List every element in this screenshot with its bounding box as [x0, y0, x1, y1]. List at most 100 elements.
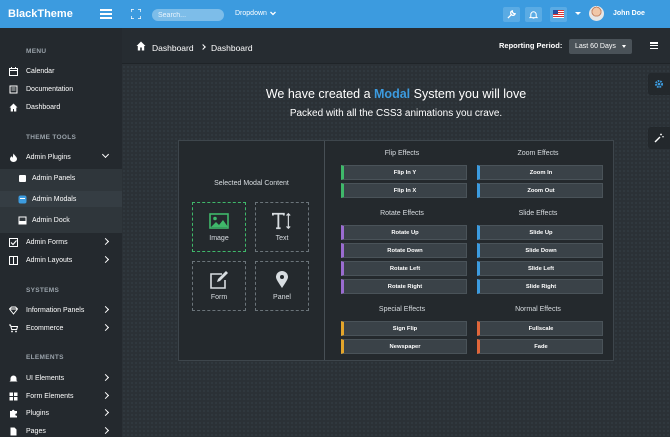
sidebar-item-admin-forms[interactable]: Admin Forms: [0, 234, 122, 250]
edit-icon: [210, 271, 228, 289]
chevron-down-icon: [269, 11, 276, 16]
magic-wand-icon: [654, 133, 664, 143]
sidebar-item-ecommerce[interactable]: Ecommerce: [0, 320, 122, 336]
sidebar-item-admin-dock[interactable]: Admin Dock: [0, 212, 122, 228]
chevron-right-icon: [101, 323, 110, 332]
wrench-button[interactable]: [503, 7, 520, 22]
reporting-period-value: Last 60 Days: [575, 43, 616, 50]
rotate-right-button[interactable]: Rotate Right: [341, 279, 467, 294]
expand-icon[interactable]: [131, 9, 141, 19]
sidebar-item-admin-modals[interactable]: Admin Modals: [0, 191, 122, 207]
sidebar-item-label: Documentation: [26, 85, 74, 93]
slide-right-button[interactable]: Slide Right: [477, 279, 603, 294]
caret-down-icon[interactable]: [575, 12, 581, 15]
fire-icon: [10, 153, 17, 162]
sidebar-item-admin-plugins[interactable]: Admin Plugins: [0, 149, 122, 165]
sidebar-item-information-panels[interactable]: Information Panels: [0, 302, 122, 318]
sidebar-item-label: Admin Panels: [32, 174, 76, 182]
section-title-systems: SYSTEMS: [26, 287, 60, 294]
rotate-down-button[interactable]: Rotate Down: [341, 243, 467, 258]
slide-up-button[interactable]: Slide Up: [477, 225, 603, 240]
sidebar-item-label: Admin Plugins: [26, 153, 71, 161]
fade-button[interactable]: Fade: [477, 339, 603, 354]
newspaper-button[interactable]: Newspaper: [341, 339, 467, 354]
home-icon[interactable]: [136, 41, 146, 51]
rotate-up-button[interactable]: Rotate Up: [341, 225, 467, 240]
chevron-right-icon: [101, 408, 110, 417]
zoom-in-button[interactable]: Zoom In: [477, 165, 603, 180]
headline-highlight: Modal: [374, 87, 411, 101]
notifications-button[interactable]: [525, 7, 542, 22]
fullscale-button[interactable]: Fullscale: [477, 321, 603, 336]
sidebar-item-calendar[interactable]: Calendar: [0, 63, 122, 79]
grid-icon: [9, 392, 18, 401]
group-title-special: Special Effects: [378, 306, 426, 313]
chevron-right-icon: [101, 255, 110, 264]
panel-icon: [19, 175, 26, 182]
group-title-flip: Flip Effects: [384, 150, 420, 157]
user-name[interactable]: John Doe: [613, 10, 645, 17]
group-title-rotate: Rotate Effects: [380, 210, 424, 217]
subheadline: Packed with all the CSS3 animations you …: [289, 108, 503, 119]
brand-name: BlackTheme: [8, 8, 73, 20]
bell-icon: [9, 375, 18, 383]
page-icon: [10, 427, 17, 436]
headline-text: We have created a: [265, 87, 371, 101]
content-tile-image[interactable]: Image: [192, 202, 246, 252]
brand[interactable]: BlackTheme: [0, 0, 122, 28]
content-tile-form[interactable]: Form: [192, 261, 246, 311]
sidebar-item-form-elements[interactable]: Form Elements: [0, 388, 122, 404]
reporting-period-select[interactable]: Last 60 Days: [569, 39, 632, 54]
chevron-down-icon: [101, 150, 110, 159]
zoom-out-button[interactable]: Zoom Out: [477, 183, 603, 198]
rotate-left-button[interactable]: Rotate Left: [341, 261, 467, 276]
dropdown-menu[interactable]: Dropdown: [235, 10, 276, 17]
chevron-right-icon: [101, 426, 110, 435]
sidebar-item-pages[interactable]: Pages: [0, 423, 122, 437]
sidebar-item-admin-layouts[interactable]: Admin Layouts: [0, 252, 122, 268]
headline: We have created a Modal System you will …: [122, 87, 670, 101]
sign-flip-button[interactable]: Sign Flip: [341, 321, 467, 336]
sidebar-item-label: Admin Modals: [32, 195, 77, 203]
theme-tools-tab[interactable]: [648, 127, 670, 149]
search-input[interactable]: [152, 9, 224, 21]
sidebar-item-label: Admin Forms: [26, 238, 68, 246]
sidebar-item-label: Calendar: [26, 67, 55, 75]
columns-icon: [9, 256, 18, 265]
sidebar-item-dashboard[interactable]: Dashboard: [0, 99, 122, 115]
sidebar-toggle-icon[interactable]: [100, 9, 112, 19]
avatar[interactable]: [589, 6, 604, 21]
caret-down-icon: [622, 45, 626, 48]
tile-label: Panel: [273, 294, 291, 301]
selected-content-title: Selected Modal Content: [214, 180, 289, 187]
calendar-icon: [9, 67, 18, 76]
sidebar: MENU Calendar Documentation Dashboard TH…: [0, 28, 122, 437]
reporting-period-label: Reporting Period:: [499, 41, 563, 50]
chevron-right-icon: [200, 44, 206, 50]
group-title-slide: Slide Effects: [518, 210, 558, 217]
sidebar-item-admin-panels[interactable]: Admin Panels: [0, 170, 122, 186]
checkbox-icon: [9, 238, 18, 247]
us-flag-icon: [553, 10, 564, 18]
slide-left-button[interactable]: Slide Left: [477, 261, 603, 276]
slide-down-button[interactable]: Slide Down: [477, 243, 603, 258]
divider: [324, 141, 325, 360]
text-icon: [272, 212, 291, 230]
settings-tab[interactable]: [648, 73, 670, 95]
cart-icon: [9, 324, 18, 333]
home-icon: [9, 103, 18, 112]
tile-label: Form: [210, 294, 228, 301]
breadcrumb-dashboard-link[interactable]: Dashboard: [152, 43, 194, 53]
sidebar-item-documentation[interactable]: Documentation: [0, 81, 122, 97]
flip-in-x-button[interactable]: Flip In X: [341, 183, 467, 198]
dock-icon: [18, 216, 27, 225]
sidebar-item-plugins[interactable]: Plugins: [0, 405, 122, 421]
sidebar-item-ui-elements[interactable]: UI Elements: [0, 370, 122, 386]
content-tile-panel[interactable]: Panel: [255, 261, 309, 311]
menu-icon[interactable]: [650, 42, 658, 49]
chevron-right-icon: [101, 391, 110, 400]
chevron-right-icon: [101, 237, 110, 246]
content-tile-text[interactable]: Text: [255, 202, 309, 252]
flip-in-y-button[interactable]: Flip In Y: [341, 165, 467, 180]
diamond-icon: [9, 306, 18, 315]
